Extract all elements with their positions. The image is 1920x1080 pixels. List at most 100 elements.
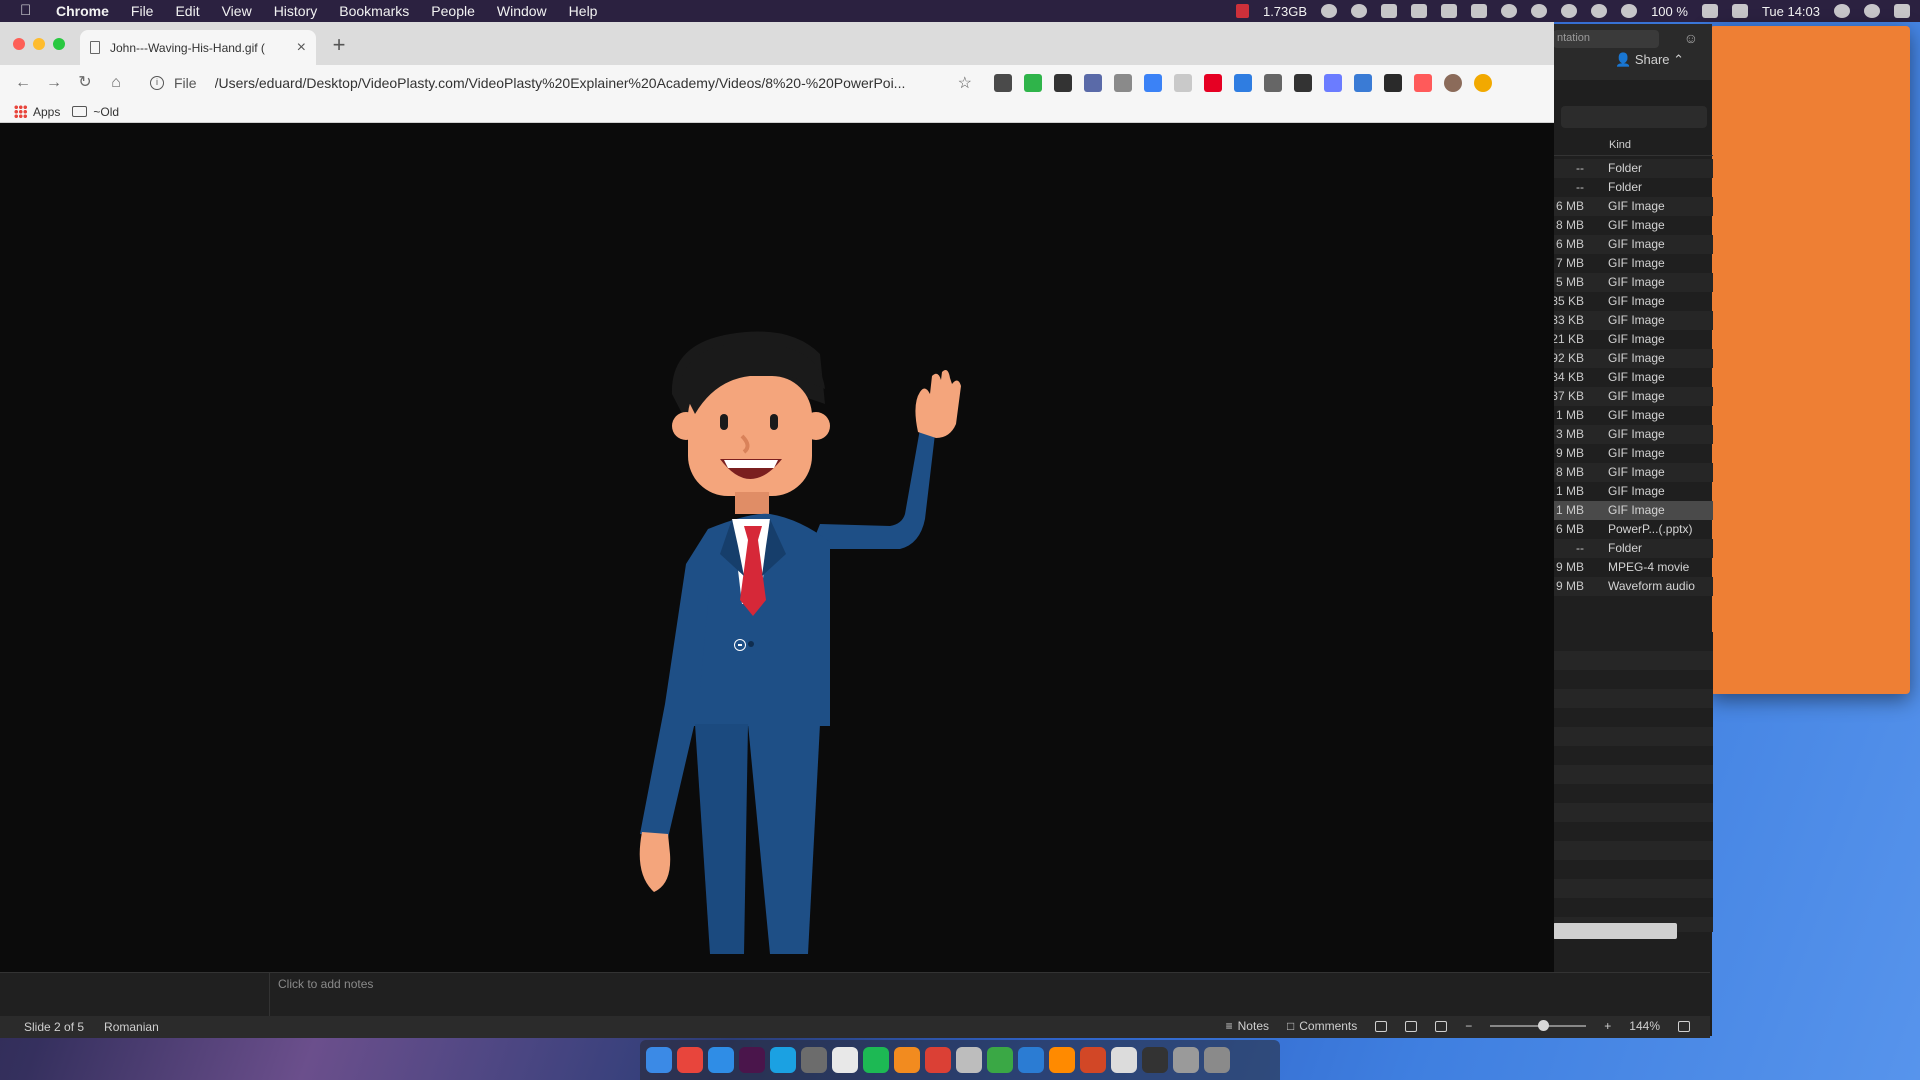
reload-icon[interactable]: ↻ xyxy=(76,74,94,92)
m-app-icon[interactable] xyxy=(1501,4,1518,18)
column-kind-header[interactable]: Kind xyxy=(1609,139,1631,151)
todoist-app-icon[interactable] xyxy=(925,1047,951,1073)
back-arrow-icon[interactable]: ← xyxy=(14,74,32,92)
menu-app-name[interactable]: Chrome xyxy=(56,3,109,19)
extension-icon[interactable] xyxy=(1204,74,1222,92)
powerpoint-app-icon[interactable] xyxy=(1080,1047,1106,1073)
menu-help[interactable]: Help xyxy=(569,3,598,19)
address-bar[interactable]: i File /Users/eduard/Desktop/VideoPlasty… xyxy=(140,70,982,96)
app-badge-icon[interactable] xyxy=(1381,4,1398,18)
menu-edit[interactable]: Edit xyxy=(175,3,199,19)
extension-icon[interactable] xyxy=(1264,74,1282,92)
menu-people[interactable]: People xyxy=(431,3,475,19)
extension-icon[interactable] xyxy=(1084,74,1102,92)
extension-icon[interactable] xyxy=(994,74,1012,92)
normal-view-icon[interactable] xyxy=(1375,1020,1388,1032)
forward-arrow-icon[interactable]: → xyxy=(45,74,63,92)
menu-history[interactable]: History xyxy=(274,3,318,19)
extension-icon[interactable] xyxy=(1144,74,1162,92)
zoom-slider[interactable] xyxy=(1490,1020,1587,1031)
menu-bookmarks[interactable]: Bookmarks xyxy=(339,3,409,19)
bookmark-apps[interactable]: Apps xyxy=(14,105,60,119)
finder-search-field[interactable] xyxy=(1561,106,1707,128)
camtasia-app-icon[interactable] xyxy=(987,1047,1013,1073)
info-icon[interactable]: i xyxy=(150,76,164,90)
notification-center-icon[interactable] xyxy=(1894,4,1910,18)
memory-readout[interactable]: 1.73GB xyxy=(1263,4,1307,19)
cloud-icon[interactable] xyxy=(1531,4,1548,18)
zoom-slider-thumb[interactable] xyxy=(1538,1020,1550,1031)
butterfly-icon[interactable] xyxy=(1441,4,1458,18)
trash-app-icon[interactable] xyxy=(1204,1047,1230,1073)
orange-window[interactable] xyxy=(1710,26,1910,694)
screen-app-icon[interactable] xyxy=(1142,1047,1168,1073)
maximize-window-button[interactable] xyxy=(53,38,65,50)
dropbox-icon[interactable] xyxy=(1411,4,1428,18)
bluetooth-icon[interactable] xyxy=(1591,4,1608,18)
extension-icon[interactable] xyxy=(1174,74,1192,92)
new-tab-button[interactable]: + xyxy=(325,34,353,58)
keyboard-app-icon[interactable] xyxy=(1173,1047,1199,1073)
language-indicator[interactable]: Romanian xyxy=(104,1020,159,1034)
address-url[interactable]: /Users/eduard/Desktop/VideoPlasty.com/Vi… xyxy=(215,75,951,91)
extension-icon[interactable] xyxy=(1114,74,1132,92)
comments-button[interactable]: □ Comments xyxy=(1287,1019,1357,1033)
monitor-icon[interactable] xyxy=(1351,4,1368,18)
chrome-app-icon[interactable] xyxy=(677,1047,703,1073)
extension-icon[interactable] xyxy=(1054,74,1072,92)
gif-viewport[interactable] xyxy=(0,134,1554,972)
smiley-icon[interactable]: ☺ xyxy=(1684,30,1698,46)
zoom-out-icon[interactable]: − xyxy=(1465,1019,1472,1033)
notes-button[interactable]: ≡ Notes xyxy=(1226,1019,1269,1033)
slide-sorter-icon[interactable] xyxy=(1405,1020,1418,1032)
menu-view[interactable]: View xyxy=(222,3,252,19)
battery-icon[interactable] xyxy=(1701,4,1718,18)
slideshow-icon[interactable] xyxy=(1435,1020,1448,1032)
minimize-window-button[interactable] xyxy=(33,38,45,50)
safari-app-icon[interactable] xyxy=(708,1047,734,1073)
skype-app-icon[interactable] xyxy=(770,1047,796,1073)
apple-menu-icon[interactable]:  xyxy=(20,3,34,19)
share-button[interactable]: 👤 Share ⌃ xyxy=(1615,52,1684,68)
spotify-app-icon[interactable] xyxy=(863,1047,889,1073)
extension-icon[interactable] xyxy=(1384,74,1402,92)
hand-icon[interactable] xyxy=(1321,4,1338,18)
battery-percent[interactable]: 100 % xyxy=(1651,4,1688,19)
extension-icon[interactable] xyxy=(1234,74,1252,92)
extension-icon[interactable] xyxy=(1324,74,1342,92)
time-machine-icon[interactable] xyxy=(1561,4,1578,18)
notes-app-icon[interactable] xyxy=(956,1047,982,1073)
close-window-button[interactable] xyxy=(13,38,25,50)
menu-file[interactable]: File xyxy=(131,3,154,19)
extension-icon[interactable] xyxy=(1414,74,1432,92)
clock-app-icon[interactable] xyxy=(832,1047,858,1073)
extension-icon[interactable] xyxy=(1354,74,1372,92)
menu-window[interactable]: Window xyxy=(497,3,547,19)
launchpad-app-icon[interactable] xyxy=(801,1047,827,1073)
presentation-title-field[interactable]: ntation xyxy=(1553,30,1659,48)
sublime-app-icon[interactable] xyxy=(894,1047,920,1073)
home-icon[interactable]: ⌂ xyxy=(107,74,125,92)
extension-icon[interactable] xyxy=(1024,74,1042,92)
zoom-level[interactable]: 144% xyxy=(1629,1019,1660,1033)
bookmark-star-icon[interactable]: ☆ xyxy=(958,73,972,93)
fit-to-window-icon[interactable] xyxy=(1678,1020,1690,1032)
input-source-icon[interactable] xyxy=(1731,4,1748,18)
bookmark-old-folder[interactable]: ~Old xyxy=(72,105,119,119)
notes-placeholder[interactable]: Click to add notes xyxy=(278,977,373,991)
profile-avatar[interactable] xyxy=(1444,74,1462,92)
zoom-in-icon[interactable]: + xyxy=(1604,1019,1611,1033)
close-tab-icon[interactable]: × xyxy=(297,39,306,57)
spotlight-icon[interactable] xyxy=(1834,4,1850,18)
tab-gif[interactable]: John---Waving-His-Hand.gif ( × xyxy=(80,30,316,65)
wifi-icon[interactable] xyxy=(1621,4,1638,18)
app-orange-icon[interactable] xyxy=(1049,1047,1075,1073)
horizontal-scrollbar[interactable] xyxy=(1553,923,1677,939)
preview-app-icon[interactable] xyxy=(1111,1047,1137,1073)
clock[interactable]: Tue 14:03 xyxy=(1762,4,1820,19)
siri-icon[interactable] xyxy=(1864,4,1880,18)
extension-icon[interactable] xyxy=(1294,74,1312,92)
recording-icon[interactable] xyxy=(1235,4,1249,18)
notification-icon[interactable] xyxy=(1471,4,1488,18)
extension-badge-icon[interactable] xyxy=(1474,74,1492,92)
